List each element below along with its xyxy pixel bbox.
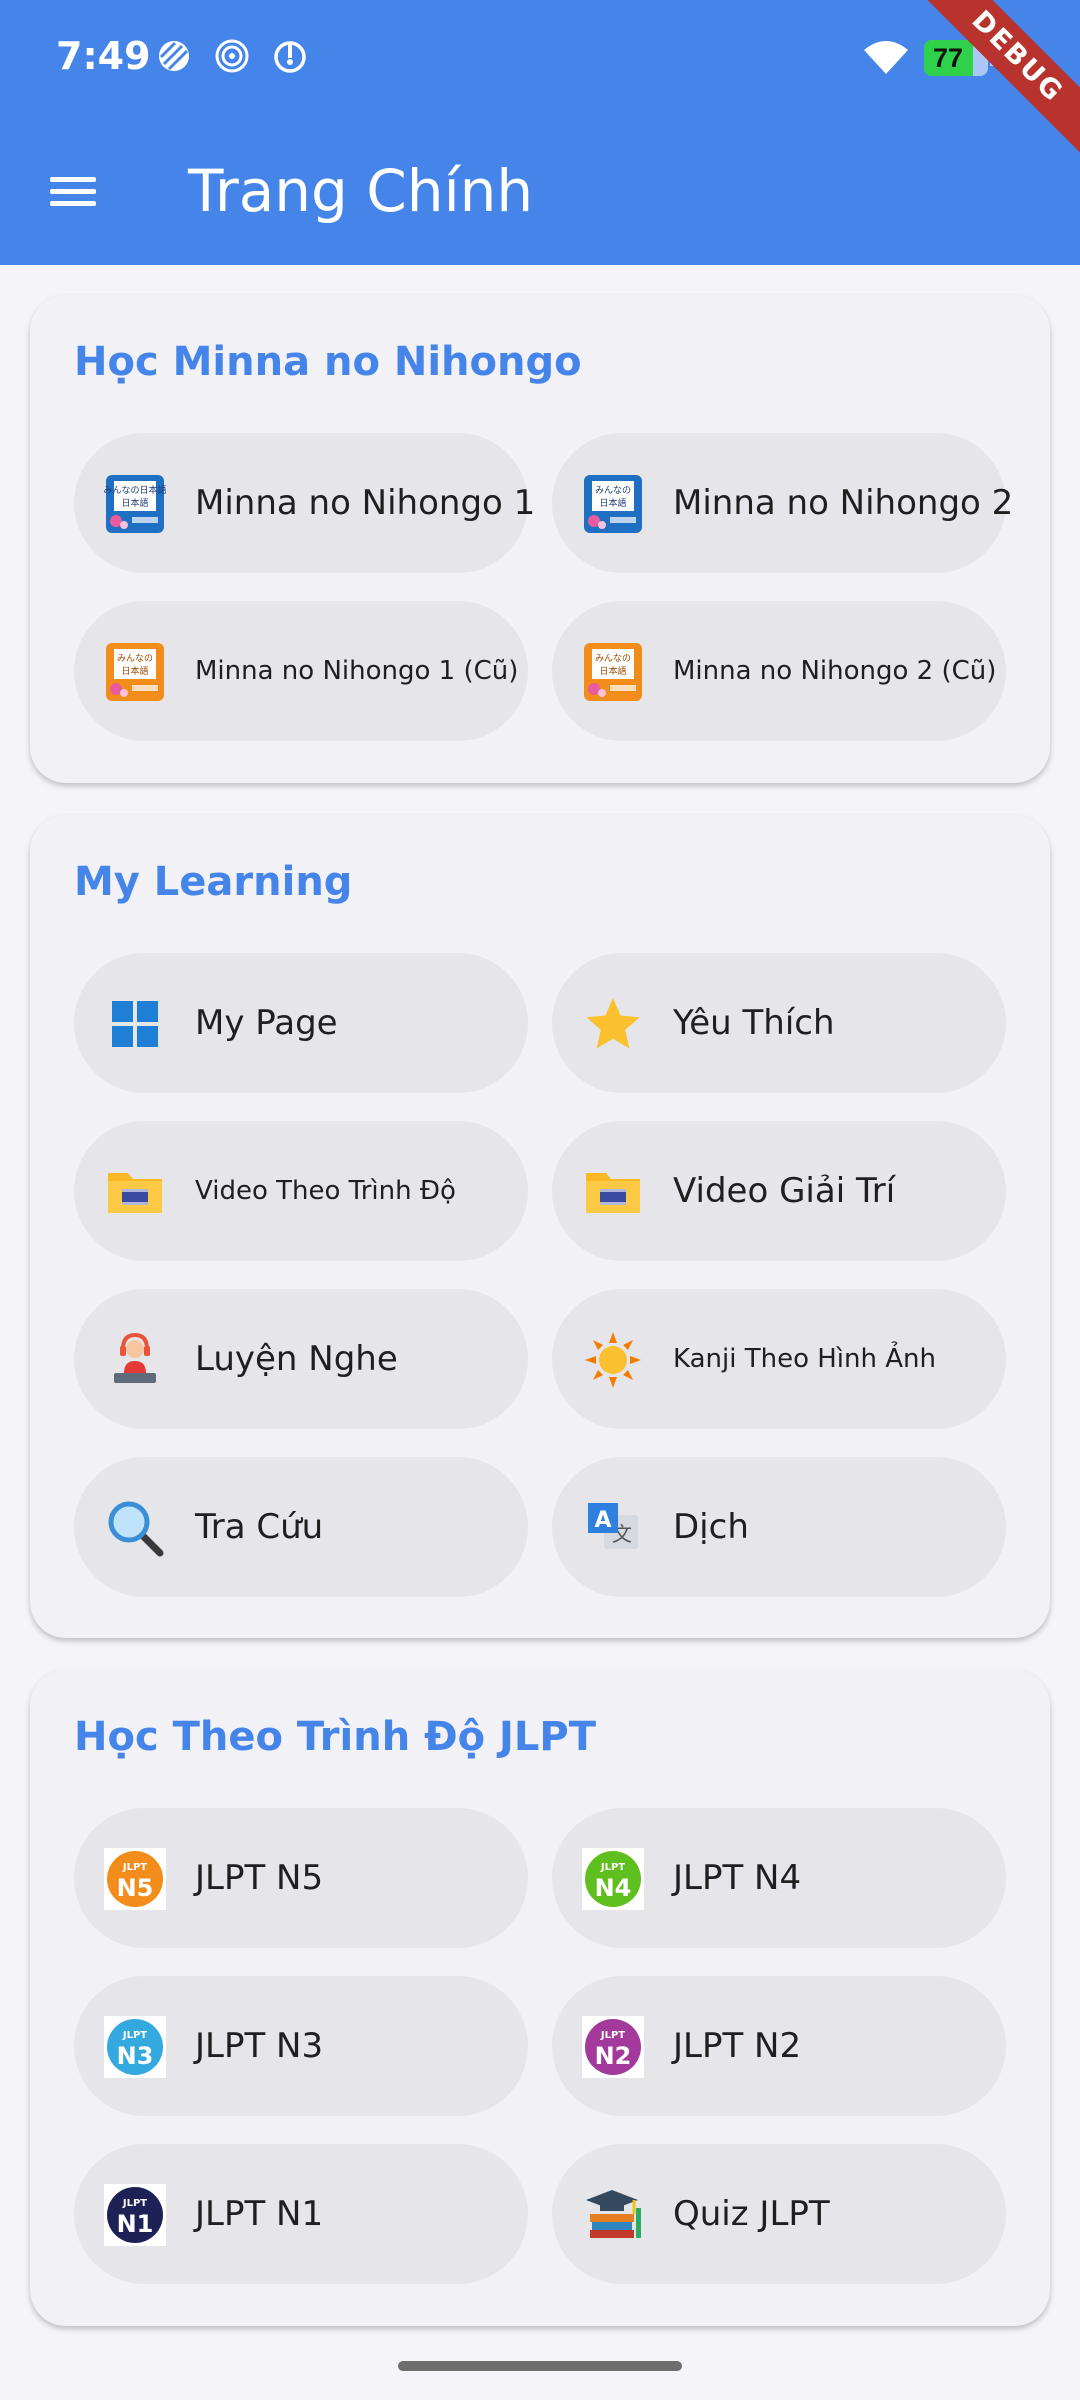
lookup-button[interactable]: Tra Cứu (74, 1457, 528, 1597)
svg-text:日本語: 日本語 (599, 497, 626, 509)
button-label: Tra Cứu (195, 1507, 324, 1547)
button-label: Dịch (673, 1507, 749, 1547)
home-indicator[interactable] (398, 2361, 682, 2371)
power-shield-icon (274, 41, 306, 73)
svg-text:日本語: 日本語 (121, 665, 148, 677)
button-label: Video Giải Trí (673, 1171, 896, 1211)
translate-icon: 文 A (588, 1503, 638, 1549)
wifi-icon (864, 41, 908, 74)
my-learning-section-card: My Learning My Page Yêu Thích Video Theo… (30, 815, 1050, 1638)
svg-text:A: A (594, 1508, 611, 1533)
target-circle-icon (215, 39, 249, 73)
button-label: Video Theo Trình Độ (195, 1176, 456, 1206)
section-title: Học Theo Trình Độ JLPT (74, 1714, 596, 1760)
jlpt-n2-badge-icon: JLPT N2 (582, 2016, 644, 2078)
video-folder-icon (586, 1173, 640, 1213)
button-label: JLPT N1 (195, 2194, 324, 2234)
svg-text:JLPT: JLPT (122, 1862, 147, 1873)
kanji-by-image-button[interactable]: Kanji Theo Hình Ảnh (552, 1289, 1006, 1429)
hatched-circle-icon (159, 41, 189, 71)
button-label: Minna no Nihongo 2 (Cũ) (673, 656, 997, 686)
svg-text:N5: N5 (117, 1874, 154, 1902)
svg-text:みんなの日本語: みんなの日本語 (104, 484, 166, 496)
graduation-books-icon (586, 2190, 641, 2238)
button-label: Luyện Nghe (195, 1339, 398, 1379)
svg-text:JLPT: JLPT (600, 2030, 625, 2041)
svg-text:N3: N3 (117, 2042, 154, 2070)
favorites-button[interactable]: Yêu Thích (552, 953, 1006, 1093)
minna-book-blue-icon: みんなの 日本語 (584, 475, 642, 533)
jlpt-n3-badge-icon: JLPT N3 (104, 2016, 166, 2078)
svg-text:N1: N1 (117, 2210, 154, 2238)
video-entertainment-button[interactable]: Video Giải Trí (552, 1121, 1006, 1261)
svg-text:日本語: 日本語 (121, 497, 148, 509)
jlpt-n3-button[interactable]: JLPT N3 JLPT N3 (74, 1976, 528, 2116)
sun-icon (585, 1332, 641, 1388)
windows-grid-icon (112, 1001, 158, 1047)
svg-text:N2: N2 (595, 2042, 632, 2070)
minna-book-orange-icon: みんなの 日本語 (106, 643, 164, 701)
button-label: Minna no Nihongo 1 (195, 483, 536, 523)
button-label: Minna no Nihongo 2 (673, 483, 1014, 523)
minna-1-old-button[interactable]: みんなの 日本語 Minna no Nihongo 1 (Cũ) (74, 601, 528, 741)
minna-2-button[interactable]: みんなの 日本語 Minna no Nihongo 2 (552, 433, 1013, 573)
section-title: Học Minna no Nihongo (74, 339, 582, 385)
translate-button[interactable]: 文 A Dịch (552, 1457, 1006, 1597)
jlpt-n4-badge-icon: JLPT N4 (582, 1848, 644, 1910)
section-title: My Learning (74, 859, 353, 905)
svg-text:JLPT: JLPT (600, 1862, 625, 1873)
status-time: 7:49 (56, 34, 151, 78)
svg-text:みんなの: みんなの (117, 653, 153, 664)
button-label: JLPT N4 (673, 1858, 802, 1898)
minna-book-orange-icon: みんなの 日本語 (584, 643, 642, 701)
app-bar: Trang Chính (0, 115, 1080, 265)
svg-text:JLPT: JLPT (122, 2198, 147, 2209)
minna-section-card: Học Minna no Nihongo みんなの日本語 日本語 Minna n… (30, 295, 1050, 783)
jlpt-n5-button[interactable]: JLPT N5 JLPT N5 (74, 1808, 528, 1948)
button-label: My Page (195, 1003, 338, 1043)
jlpt-n1-badge-icon: JLPT N1 (104, 2184, 166, 2246)
button-label: Quiz JLPT (673, 2194, 830, 2234)
page-title: Trang Chính (188, 157, 534, 225)
status-bar: 7:49 77 (0, 0, 1080, 115)
button-label: Yêu Thích (673, 1003, 835, 1043)
jlpt-section-card: Học Theo Trình Độ JLPT JLPT N5 JLPT N5 J… (30, 1670, 1050, 2326)
svg-text:N4: N4 (595, 1874, 632, 1902)
minna-2-old-button[interactable]: みんなの 日本語 Minna no Nihongo 2 (Cũ) (552, 601, 1006, 741)
magnifier-icon (108, 1501, 164, 1557)
button-label: Kanji Theo Hình Ảnh (673, 1344, 936, 1374)
jlpt-n5-badge-icon: JLPT N5 (104, 1848, 166, 1910)
button-label: JLPT N2 (673, 2026, 802, 2066)
svg-text:日本語: 日本語 (599, 665, 626, 677)
svg-text:JLPT: JLPT (122, 2030, 147, 2041)
headphones-listener-icon (114, 1332, 156, 1383)
jlpt-n4-button[interactable]: JLPT N4 JLPT N4 (552, 1808, 1006, 1948)
button-label: JLPT N3 (195, 2026, 324, 2066)
hamburger-menu-icon[interactable] (44, 169, 102, 215)
video-folder-icon (108, 1173, 162, 1213)
star-icon (586, 998, 640, 1049)
minna-1-button[interactable]: みんなの日本語 日本語 Minna no Nihongo 1 (74, 433, 535, 573)
battery-level-text: 77 (932, 43, 964, 73)
button-label: JLPT N5 (195, 1858, 324, 1898)
video-by-level-button[interactable]: Video Theo Trình Độ (74, 1121, 528, 1261)
jlpt-n2-button[interactable]: JLPT N2 JLPT N2 (552, 1976, 1006, 2116)
button-label: Minna no Nihongo 1 (Cũ) (195, 656, 519, 686)
listening-button[interactable]: Luyện Nghe (74, 1289, 528, 1429)
quiz-jlpt-button[interactable]: Quiz JLPT (552, 2144, 1006, 2284)
svg-text:みんなの: みんなの (595, 653, 631, 664)
jlpt-n1-button[interactable]: JLPT N1 JLPT N1 (74, 2144, 528, 2284)
minna-book-blue-icon: みんなの日本語 日本語 (104, 475, 166, 533)
svg-text:みんなの: みんなの (595, 485, 631, 496)
my-page-button[interactable]: My Page (74, 953, 528, 1093)
